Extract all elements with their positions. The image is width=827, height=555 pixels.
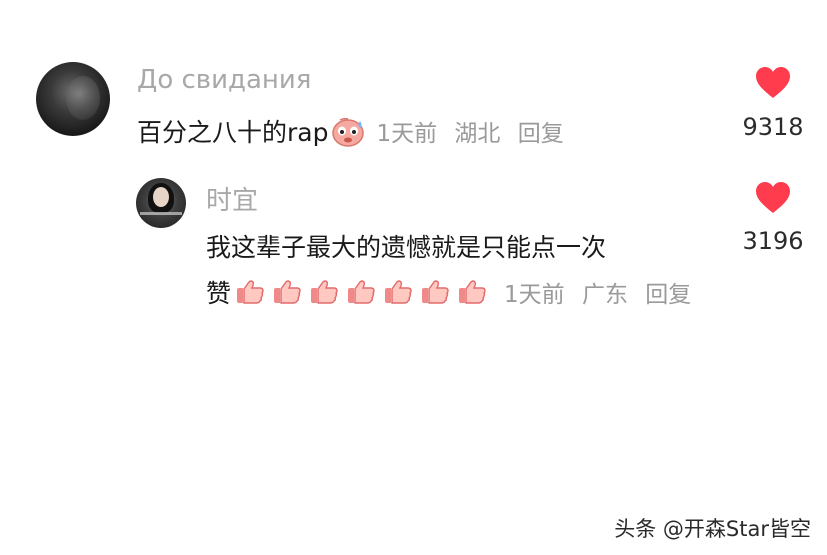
avatar[interactable] [36,62,110,136]
like-count: 9318 [742,113,804,141]
comment-text: 百分之八十的rap 1天前 湖北 回复 [137,113,574,149]
sweat-face-icon [332,117,365,147]
comment-location: 湖北 [454,121,501,147]
thumbs-up-icon [348,280,375,304]
username[interactable]: 时宜 [206,180,258,217]
username[interactable]: До свидания [137,65,311,95]
thumbs-up-icon [422,280,449,304]
thumbs-up-icon [311,280,338,304]
thumbs-up-icon [385,280,412,304]
comment-location: 广东 [581,282,628,308]
comment-body: 百分之八十的rap [137,118,329,147]
avatar[interactable] [136,178,186,228]
reply-button[interactable]: 回复 [645,282,691,308]
thumbs-up-icon [237,280,264,304]
avatar-face [153,187,169,207]
comment-text-line1: 我这辈子最大的遗憾就是只能点一次 [206,233,607,262]
comment-time: 1天前 [376,121,438,147]
comment-thread: До свидания 百分之八十的rap 1天前 湖北 回复 9318 时宜 … [0,0,827,555]
thumbs-up-icon [459,280,486,304]
comment-meta: 1天前 广东 回复 [504,275,701,309]
comment-meta: 1天前 湖北 回复 [376,114,573,148]
comment-text-line2: 赞 1天前 广东 回复 [206,274,701,310]
reply-button[interactable]: 回复 [518,121,564,147]
heart-icon[interactable] [755,66,791,100]
avatar-shade [66,76,100,120]
thumbs-up-row [235,279,494,305]
comment-body-end: 赞 [206,279,232,308]
thumbs-up-icon [274,280,301,304]
watermark: 头条 @开森Star皆空 [614,517,811,541]
like-count: 3196 [742,227,804,255]
heart-icon[interactable] [755,181,791,215]
avatar-caption [140,212,182,215]
comment-time: 1天前 [504,282,565,308]
